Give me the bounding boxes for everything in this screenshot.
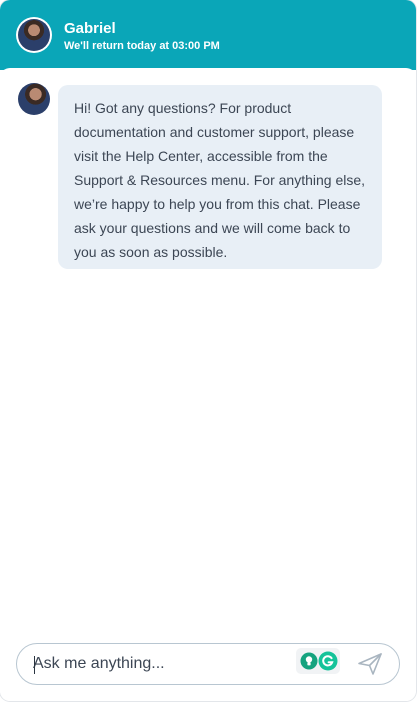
agent-message-bubble: Hi! Got any questions? For product docum… <box>58 85 382 269</box>
text-caret <box>34 656 35 674</box>
agent-photo <box>18 19 50 51</box>
chat-widget: Gabriel We'll return today at 03:00 PM H… <box>0 0 416 701</box>
lightbulb-icon[interactable] <box>300 652 318 670</box>
message-composer[interactable] <box>16 643 400 685</box>
message-agent-avatar <box>18 83 50 115</box>
browser-extension-icons[interactable] <box>296 648 340 674</box>
agent-name: Gabriel <box>64 20 116 37</box>
chat-header: Gabriel We'll return today at 03:00 PM <box>0 0 416 70</box>
agent-status: We'll return today at 03:00 PM <box>64 40 220 52</box>
agent-avatar <box>16 17 52 53</box>
paper-plane-icon[interactable] <box>356 651 384 677</box>
grammarly-icon[interactable] <box>318 651 338 671</box>
message-input[interactable] <box>33 653 293 675</box>
